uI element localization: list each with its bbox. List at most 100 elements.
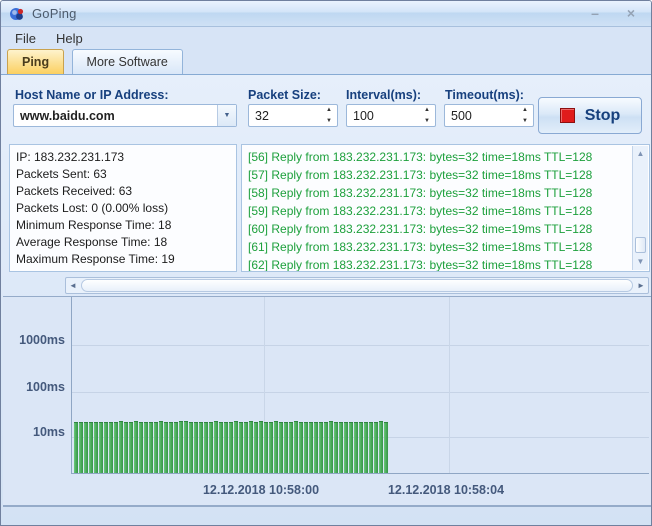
packet-size-down-button[interactable]: ▼ (321, 116, 337, 127)
response-bar (214, 421, 218, 474)
response-bar (229, 422, 233, 474)
gridline-100ms (72, 392, 649, 393)
response-bar (219, 422, 223, 474)
menu-item-help[interactable]: Help (46, 29, 93, 48)
log-line: [59] Reply from 183.232.231.173: bytes=3… (248, 202, 629, 220)
host-label: Host Name or IP Address: (15, 88, 169, 102)
response-bar (234, 421, 238, 474)
interval-input[interactable]: 100 (347, 109, 419, 123)
chart-scroll-thumb[interactable] (81, 279, 633, 292)
arrow-left-icon: ◄ (69, 281, 77, 290)
minimize-button[interactable]: – (583, 5, 607, 23)
stats-panel: IP: 183.232.231.173Packets Sent: 63Packe… (9, 144, 237, 272)
stop-icon (560, 108, 575, 123)
tab-strip: Ping More Software (1, 49, 651, 75)
interval-stepper[interactable]: 100 ▲ ▼ (346, 104, 436, 127)
response-bar (109, 422, 113, 474)
timeout-input[interactable]: 500 (445, 109, 517, 123)
response-bar (249, 421, 253, 474)
ping-log-lines: [56] Reply from 183.232.231.173: bytes=3… (248, 148, 629, 272)
xtick-time-2: 12.12.2018 10:58:04 (388, 483, 504, 497)
stats-line: IP: 183.232.231.173 (16, 149, 230, 166)
response-bar (144, 422, 148, 474)
response-bar (124, 422, 128, 474)
stop-button-label: Stop (585, 107, 621, 125)
response-bar (304, 422, 308, 474)
packet-size-label: Packet Size: (248, 88, 321, 102)
response-bar (369, 422, 373, 474)
log-scrollbar[interactable]: ▲ ▼ (632, 146, 648, 270)
gridline-time-2 (449, 297, 450, 473)
host-combobox[interactable]: www.baidu.com ▼ (13, 104, 237, 127)
chart-bars (74, 421, 389, 474)
timeout-label: Timeout(ms): (445, 88, 524, 102)
host-input[interactable]: www.baidu.com (14, 109, 217, 123)
stop-button[interactable]: Stop (538, 97, 642, 134)
response-bar (84, 422, 88, 474)
response-bar (99, 422, 103, 474)
timeout-up-button[interactable]: ▲ (517, 105, 533, 116)
log-line: [56] Reply from 183.232.231.173: bytes=3… (248, 148, 629, 166)
response-bar (309, 422, 313, 474)
response-bar (319, 422, 323, 474)
interval-down-button[interactable]: ▼ (419, 116, 435, 127)
response-bar (284, 422, 288, 474)
goping-window: GoPing – × File Help Ping More Software … (0, 0, 652, 526)
response-bar (279, 422, 283, 474)
response-bar (239, 422, 243, 474)
response-bar (254, 422, 258, 474)
response-bar (374, 422, 378, 474)
response-bar (244, 422, 248, 474)
interval-up-button[interactable]: ▲ (419, 105, 435, 116)
response-bar (329, 421, 333, 474)
response-bar (134, 421, 138, 474)
arrow-down-icon: ▼ (522, 118, 528, 124)
scroll-down-button[interactable]: ▼ (633, 255, 648, 269)
timeout-down-button[interactable]: ▼ (517, 116, 533, 127)
response-bar (114, 422, 118, 474)
response-bar (324, 422, 328, 474)
response-bar (164, 422, 168, 474)
packet-size-up-button[interactable]: ▲ (321, 105, 337, 116)
arrow-down-icon: ▼ (326, 118, 332, 124)
response-bar (179, 421, 183, 474)
response-bar (94, 422, 98, 474)
log-line: [62] Reply from 183.232.231.173: bytes=3… (248, 256, 629, 272)
response-bar (299, 422, 303, 474)
response-bar (359, 422, 363, 474)
response-bar (224, 422, 228, 474)
arrow-down-icon: ▼ (637, 257, 645, 266)
stats-line: Minimum Response Time: 18 (16, 217, 230, 234)
scroll-up-button[interactable]: ▲ (633, 147, 648, 161)
scroll-right-button[interactable]: ► (634, 278, 648, 293)
host-dropdown-button[interactable]: ▼ (217, 105, 236, 126)
menu-item-file[interactable]: File (5, 29, 46, 48)
scroll-left-button[interactable]: ◄ (66, 278, 80, 293)
response-bar (294, 421, 298, 474)
response-bar (364, 422, 368, 474)
menu-bar: File Help (1, 27, 651, 49)
close-button[interactable]: × (619, 5, 643, 23)
response-bar (354, 422, 358, 474)
response-bar (89, 422, 93, 474)
timeout-stepper[interactable]: 500 ▲ ▼ (444, 104, 534, 127)
arrow-up-icon: ▲ (637, 149, 645, 158)
response-bar (274, 421, 278, 474)
response-bar (129, 422, 133, 474)
ping-log-panel[interactable]: [56] Reply from 183.232.231.173: bytes=3… (241, 144, 650, 272)
arrow-down-icon: ▼ (424, 118, 430, 124)
response-bar (79, 422, 83, 474)
response-bar (209, 422, 213, 474)
chart-plot-area (71, 297, 649, 474)
log-scroll-thumb[interactable] (635, 237, 646, 253)
interval-label: Interval(ms): (346, 88, 421, 102)
packet-size-stepper[interactable]: 32 ▲ ▼ (248, 104, 338, 127)
goping-app-icon (9, 6, 25, 22)
ytick-10ms: 10ms (3, 425, 65, 439)
tab-ping[interactable]: Ping (7, 49, 64, 74)
tab-more-software[interactable]: More Software (72, 49, 183, 74)
response-bar (199, 422, 203, 474)
chart-scrollbar[interactable]: ◄ ► (65, 277, 649, 294)
chevron-down-icon: ▼ (224, 112, 231, 119)
packet-size-input[interactable]: 32 (249, 109, 321, 123)
